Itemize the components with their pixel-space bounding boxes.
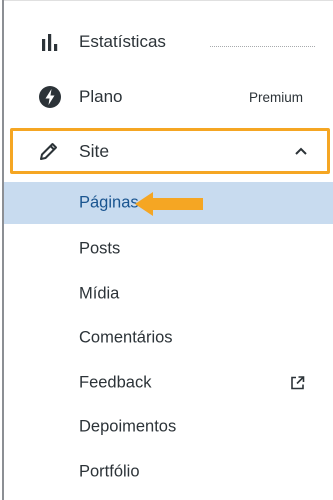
submenu-item-testimonials[interactable]: Depoimentos [4, 406, 333, 448]
pencil-icon [36, 138, 62, 164]
chevron-up-icon[interactable] [293, 143, 309, 159]
menu-item-label: Estatísticas [79, 32, 166, 51]
submenu-item-label: Comentários [79, 328, 173, 347]
callout-arrow-icon [135, 192, 203, 216]
submenu-item-label: Páginas [79, 193, 139, 212]
bar-chart-icon [37, 29, 63, 55]
submenu-item-feedback[interactable]: Feedback [4, 362, 333, 404]
submenu-item-label: Feedback [79, 373, 152, 392]
submenu-item-comments[interactable]: Comentários [4, 317, 333, 359]
submenu-item-media[interactable]: Mídia [4, 273, 333, 315]
submenu-item-posts[interactable]: Posts [4, 228, 333, 270]
menu-item-label: Site [79, 140, 110, 161]
submenu-item-label: Mídia [79, 284, 120, 303]
menu-item-stats[interactable]: Estatísticas [4, 22, 333, 62]
sidebar-top-divider [4, 0, 333, 1]
lightning-bolt-icon [37, 84, 63, 110]
submenu-item-portfolio[interactable]: Portfólio [4, 451, 333, 493]
submenu-item-label: Depoimentos [79, 417, 177, 436]
menu-item-plan[interactable]: Plano Premium [4, 77, 333, 117]
menu-item-site[interactable]: Site [10, 128, 330, 174]
submenu-item-label: Posts [79, 239, 121, 258]
external-link-icon [290, 376, 305, 391]
plan-badge: Premium [248, 89, 303, 105]
menu-item-label: Plano [79, 87, 123, 106]
submenu-item-label: Portfólio [79, 462, 140, 481]
stats-sparkline [210, 46, 315, 47]
